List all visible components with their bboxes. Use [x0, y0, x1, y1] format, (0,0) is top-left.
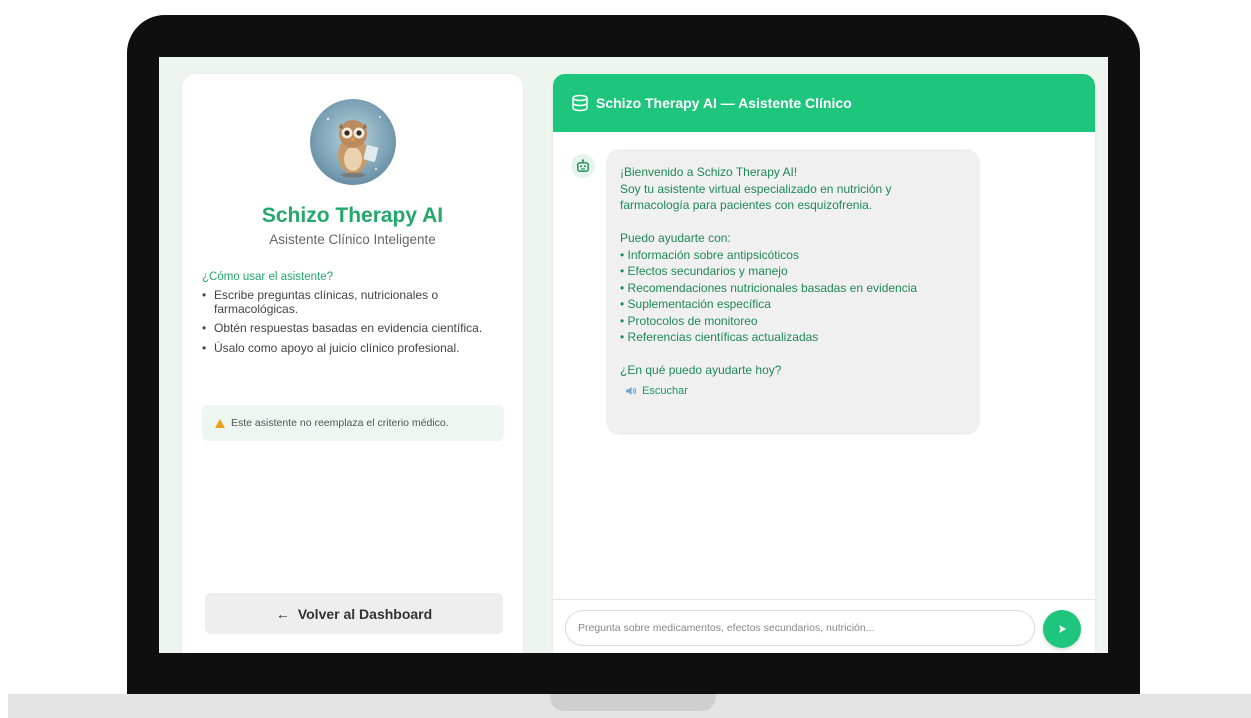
message-list-item: • Referencias científicas actualizadas [620, 330, 819, 344]
database-icon [571, 94, 589, 112]
disclaimer-text: Este asistente no reemplaza el criterio … [231, 417, 449, 429]
sidebar-panel: Schizo Therapy AI Asistente Clínico Inte… [182, 74, 523, 653]
speaker-icon [625, 386, 637, 396]
back-to-dashboard-button[interactable]: ← Volver al Dashboard [205, 593, 503, 634]
owl-avatar [310, 99, 396, 185]
message-list-item: • Protocolos de monitoreo [620, 313, 758, 328]
howto-heading: ¿Cómo usar el asistente? [202, 271, 334, 283]
arrow-left-icon: ← [275, 605, 290, 622]
warning-icon [215, 418, 225, 428]
chat-input-bar [553, 599, 1095, 653]
disclaimer-box: Este asistente no reemplaza el criterio … [202, 405, 504, 441]
message-list-item: • Efectos secundarios y manejo [620, 264, 788, 278]
back-button-label: Volver al Dashboard [297, 605, 433, 622]
bot-message: ¡Bienvenido a Schizo Therapy AI! Soy tu … [606, 149, 980, 435]
send-icon [1059, 625, 1066, 633]
robot-icon [571, 154, 595, 178]
howto-item: Úsalo como apoyo al juicio clínico profe… [202, 341, 512, 356]
howto-list: Escribe preguntas clínicas, nutricionale… [202, 288, 512, 361]
send-button[interactable] [1043, 610, 1081, 648]
app-screen: Schizo Therapy AI Asistente Clínico Inte… [159, 57, 1108, 653]
message-line: Soy tu asistente virtual especializado e… [620, 181, 892, 196]
message-list-item: • Información sobre antipsicóticos [620, 247, 799, 262]
listen-button[interactable]: Escuchar [620, 383, 980, 400]
message-line: ¡Bienvenido a Schizo Therapy AI! [620, 165, 798, 179]
howto-item: Obtén respuestas basadas en evidencia ci… [202, 321, 512, 336]
chat-input[interactable] [565, 610, 1035, 646]
app-subtitle: Asistente Clínico Inteligente [269, 232, 436, 247]
laptop-notch [550, 694, 716, 711]
chat-header-title: Schizo Therapy AI — Asistente Clínico [596, 95, 852, 111]
chat-panel: Schizo Therapy AI — Asistente Clínico ¡B… [553, 74, 1095, 653]
chat-header: Schizo Therapy AI — Asistente Clínico [553, 74, 1095, 132]
message-question: ¿En qué puedo ayudarte hoy? [620, 363, 782, 377]
listen-label: Escuchar [642, 384, 688, 397]
message-line: Puedo ayudarte con: [620, 231, 731, 245]
message-list-item: • Suplementación específica [620, 297, 771, 311]
message-line: farmacología para pacientes con esquizof… [620, 198, 873, 212]
owl-illustration [326, 116, 381, 178]
message-list-item: • Recomendaciones nutricionales basadas … [620, 280, 918, 295]
howto-item: Escribe preguntas clínicas, nutricionale… [202, 288, 512, 316]
app-title: Schizo Therapy AI [261, 204, 444, 227]
